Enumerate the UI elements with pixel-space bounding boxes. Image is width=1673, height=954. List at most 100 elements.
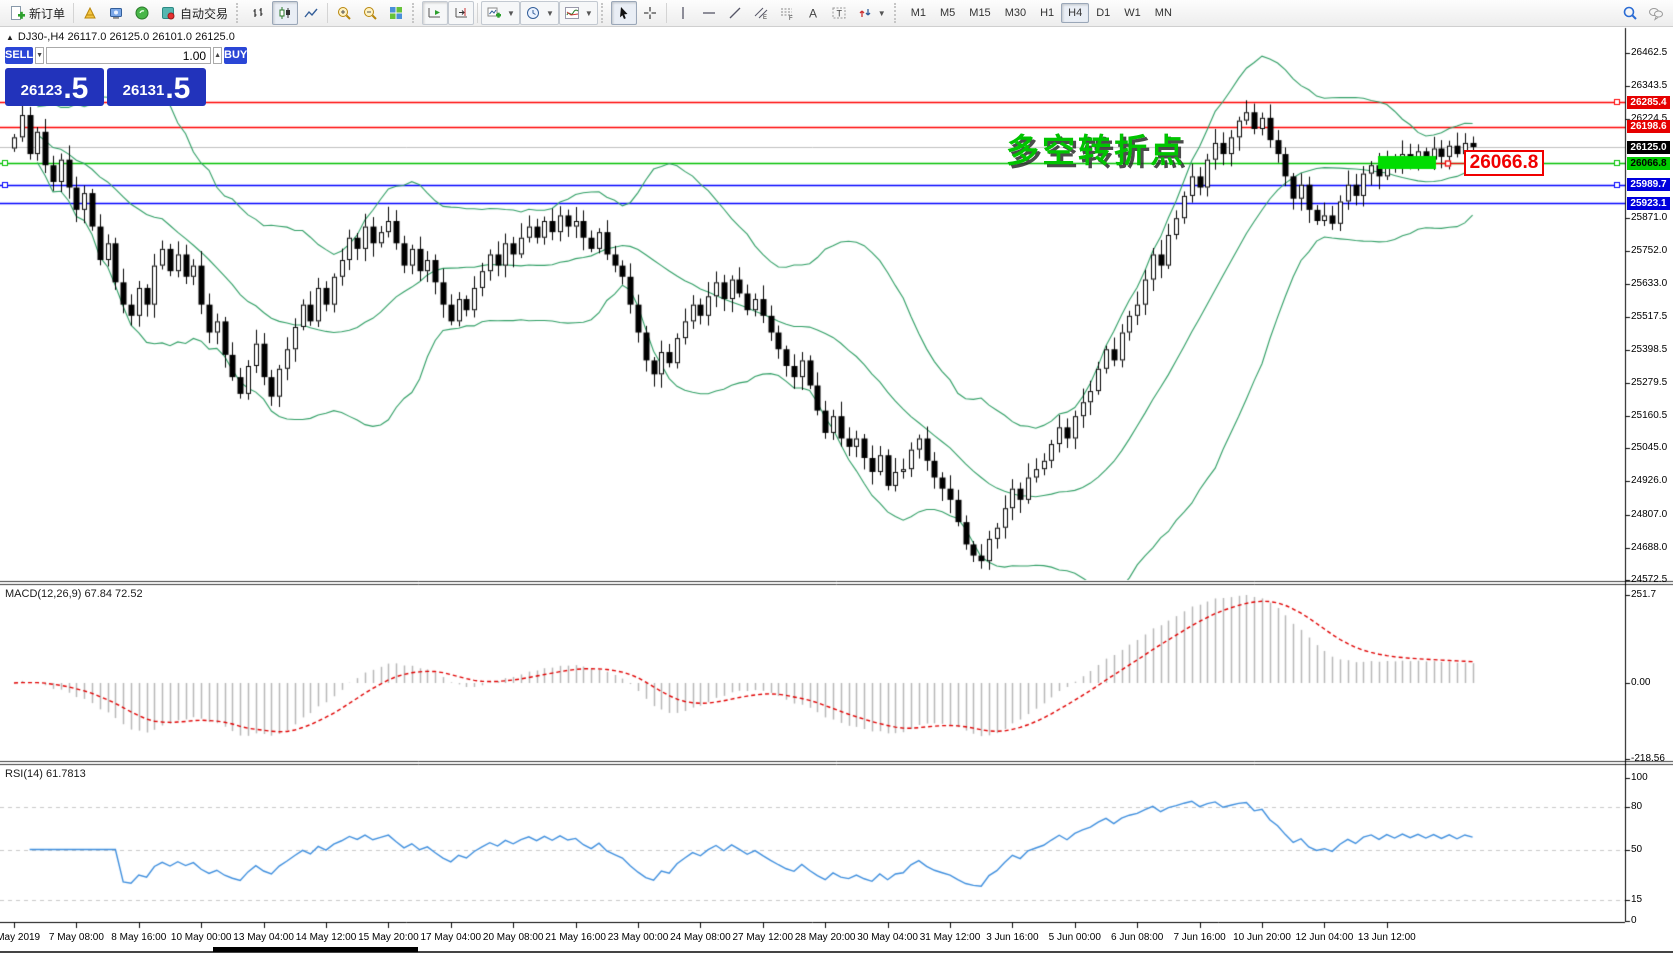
vertical-line-tool-button[interactable] — [670, 1, 696, 25]
buy-price-panel[interactable]: 26131 .5 — [107, 68, 206, 106]
timeframe-m15-button[interactable]: M15 — [962, 3, 997, 23]
text-label-tool-button[interactable]: T — [826, 1, 852, 25]
timeframe-h4-button[interactable]: H4 — [1061, 3, 1089, 23]
price-level-label: 25923.1 — [1627, 197, 1670, 210]
time-axis-label: 30 May 04:00 — [857, 932, 918, 943]
svg-text:A: A — [809, 7, 817, 21]
chart-header: ▲DJ30-,H4 26117.0 26125.0 26101.0 26125.… — [6, 31, 235, 43]
time-axis-label: 13 Jun 12:00 — [1358, 932, 1416, 943]
price-level-label: 26125.0 — [1627, 141, 1670, 154]
algo-trading-icon — [160, 5, 176, 21]
zoom-out-button[interactable] — [357, 1, 383, 25]
sell-price: 26123 — [21, 78, 63, 104]
timeframe-d1-button[interactable]: D1 — [1089, 3, 1117, 23]
text-a-icon: A — [805, 5, 821, 21]
timeframe-m1-button[interactable]: M1 — [904, 3, 933, 23]
bar-chart-mode-button[interactable] — [246, 1, 272, 25]
volume-decrease-button[interactable]: ▼ — [35, 47, 44, 64]
indicators-dropdown[interactable]: ▼ — [559, 1, 598, 25]
fibonacci-tool-button[interactable]: F — [774, 1, 800, 25]
cursor-icon — [616, 5, 632, 21]
text-label-icon: T — [831, 5, 847, 21]
timeframe-m5-button[interactable]: M5 — [933, 3, 962, 23]
tile-windows-button[interactable] — [383, 1, 409, 25]
dropdown-caret-icon: ▼ — [878, 9, 886, 18]
search-button[interactable] — [1617, 1, 1643, 25]
period-dropdown[interactable]: ▼ — [520, 1, 559, 25]
channel-icon: E — [753, 5, 769, 21]
toolbar-grip — [412, 3, 419, 23]
trendline-tool-button[interactable] — [722, 1, 748, 25]
horizontal-line-tool-button[interactable] — [696, 1, 722, 25]
time-axis-label: 10 May 00:00 — [171, 932, 232, 943]
chart-window: ▲DJ30-,H4 26117.0 26125.0 26101.0 26125.… — [0, 27, 1673, 954]
one-click-trading-panel: SELL ▼ ▲ BUY 26123 .5 26131 .5 — [5, 47, 213, 106]
chart-annotation-text[interactable]: 多空转折点 — [1006, 124, 1186, 172]
dropdown-caret-icon: ▼ — [546, 9, 554, 18]
search-icon — [1622, 5, 1638, 21]
toolbar-separator — [73, 3, 74, 23]
crosshair-tool-button[interactable] — [637, 1, 663, 25]
price-axis-tick: 25633.0 — [1631, 278, 1667, 289]
new-order-button[interactable]: 新订单 — [4, 1, 70, 25]
time-axis-label: 20 May 08:00 — [483, 932, 544, 943]
timeframe-mn-button[interactable]: MN — [1148, 3, 1179, 23]
time-axis-label: 6 Jun 08:00 — [1111, 932, 1163, 943]
crosshair-icon — [642, 5, 658, 21]
price-axis-tick: 25752.0 — [1631, 245, 1667, 256]
line-chart-mode-button[interactable] — [298, 1, 324, 25]
volume-increase-button[interactable]: ▲ — [213, 47, 222, 64]
terminal-button[interactable] — [103, 1, 129, 25]
terminal-icon — [108, 5, 124, 21]
mql5-community-button[interactable] — [129, 1, 155, 25]
new-chart-dropdown[interactable]: ▼ — [481, 1, 520, 25]
time-axis-label: 24 May 08:00 — [670, 932, 731, 943]
toolbar-grip — [894, 3, 901, 23]
zoom-in-icon — [336, 5, 352, 21]
price-axis-tick: 24572.5 — [1631, 574, 1667, 585]
text-tool-button[interactable]: A — [800, 1, 826, 25]
horizontal-scrollbar-thumb[interactable] — [213, 947, 418, 952]
price-axis-tick: 26462.5 — [1631, 47, 1667, 58]
vertical-line-icon — [675, 5, 691, 21]
time-axis-label: 23 May 00:00 — [608, 932, 669, 943]
clock-icon — [525, 5, 541, 21]
arrows-dropdown[interactable]: ▼ — [852, 1, 891, 25]
zoom-out-icon — [362, 5, 378, 21]
price-chart-canvas[interactable] — [0, 27, 1673, 954]
price-axis-tick: 24926.0 — [1631, 475, 1667, 486]
buy-price: 26131 — [123, 78, 165, 104]
auto-scroll-button[interactable] — [422, 1, 448, 25]
timeframe-h1-button[interactable]: H1 — [1033, 3, 1061, 23]
svg-text:E: E — [763, 15, 767, 21]
candlestick-mode-button[interactable] — [272, 1, 298, 25]
algo-trading-button[interactable]: 自动交易 — [155, 1, 233, 25]
sell-button[interactable]: SELL — [5, 47, 33, 64]
timeframe-w1-button[interactable]: W1 — [1117, 3, 1148, 23]
buy-button[interactable]: BUY — [224, 47, 247, 64]
rsi-axis-tick: 15 — [1631, 894, 1642, 905]
timeframe-m30-button[interactable]: M30 — [998, 3, 1033, 23]
price-callout-label[interactable]: 26066.8 — [1464, 150, 1544, 176]
toolbar-separator — [477, 3, 478, 23]
price-axis-tick: 25279.5 — [1631, 377, 1667, 388]
chat-button[interactable] — [1643, 1, 1669, 25]
zoom-in-button[interactable] — [331, 1, 357, 25]
svg-text:T: T — [836, 9, 842, 19]
cursor-tool-button[interactable] — [611, 1, 637, 25]
depth-of-market-button[interactable] — [77, 1, 103, 25]
equidistant-channel-tool-button[interactable]: E — [748, 1, 774, 25]
price-axis-tick: 24807.0 — [1631, 509, 1667, 520]
time-axis-label: 31 May 12:00 — [920, 932, 981, 943]
volume-input[interactable] — [46, 47, 211, 64]
toolbar-grip — [601, 3, 608, 23]
chart-shift-button[interactable] — [448, 1, 474, 25]
time-axis-label: 15 May 20:00 — [358, 932, 419, 943]
price-level-label: 26066.8 — [1627, 157, 1670, 170]
rsi-axis-tick: 50 — [1631, 844, 1642, 855]
line-chart-icon — [303, 5, 319, 21]
collapse-triangle-icon[interactable]: ▲ — [6, 33, 14, 42]
sell-price-panel[interactable]: 26123 .5 — [5, 68, 104, 106]
new-order-icon — [9, 5, 25, 21]
trendline-icon — [727, 5, 743, 21]
